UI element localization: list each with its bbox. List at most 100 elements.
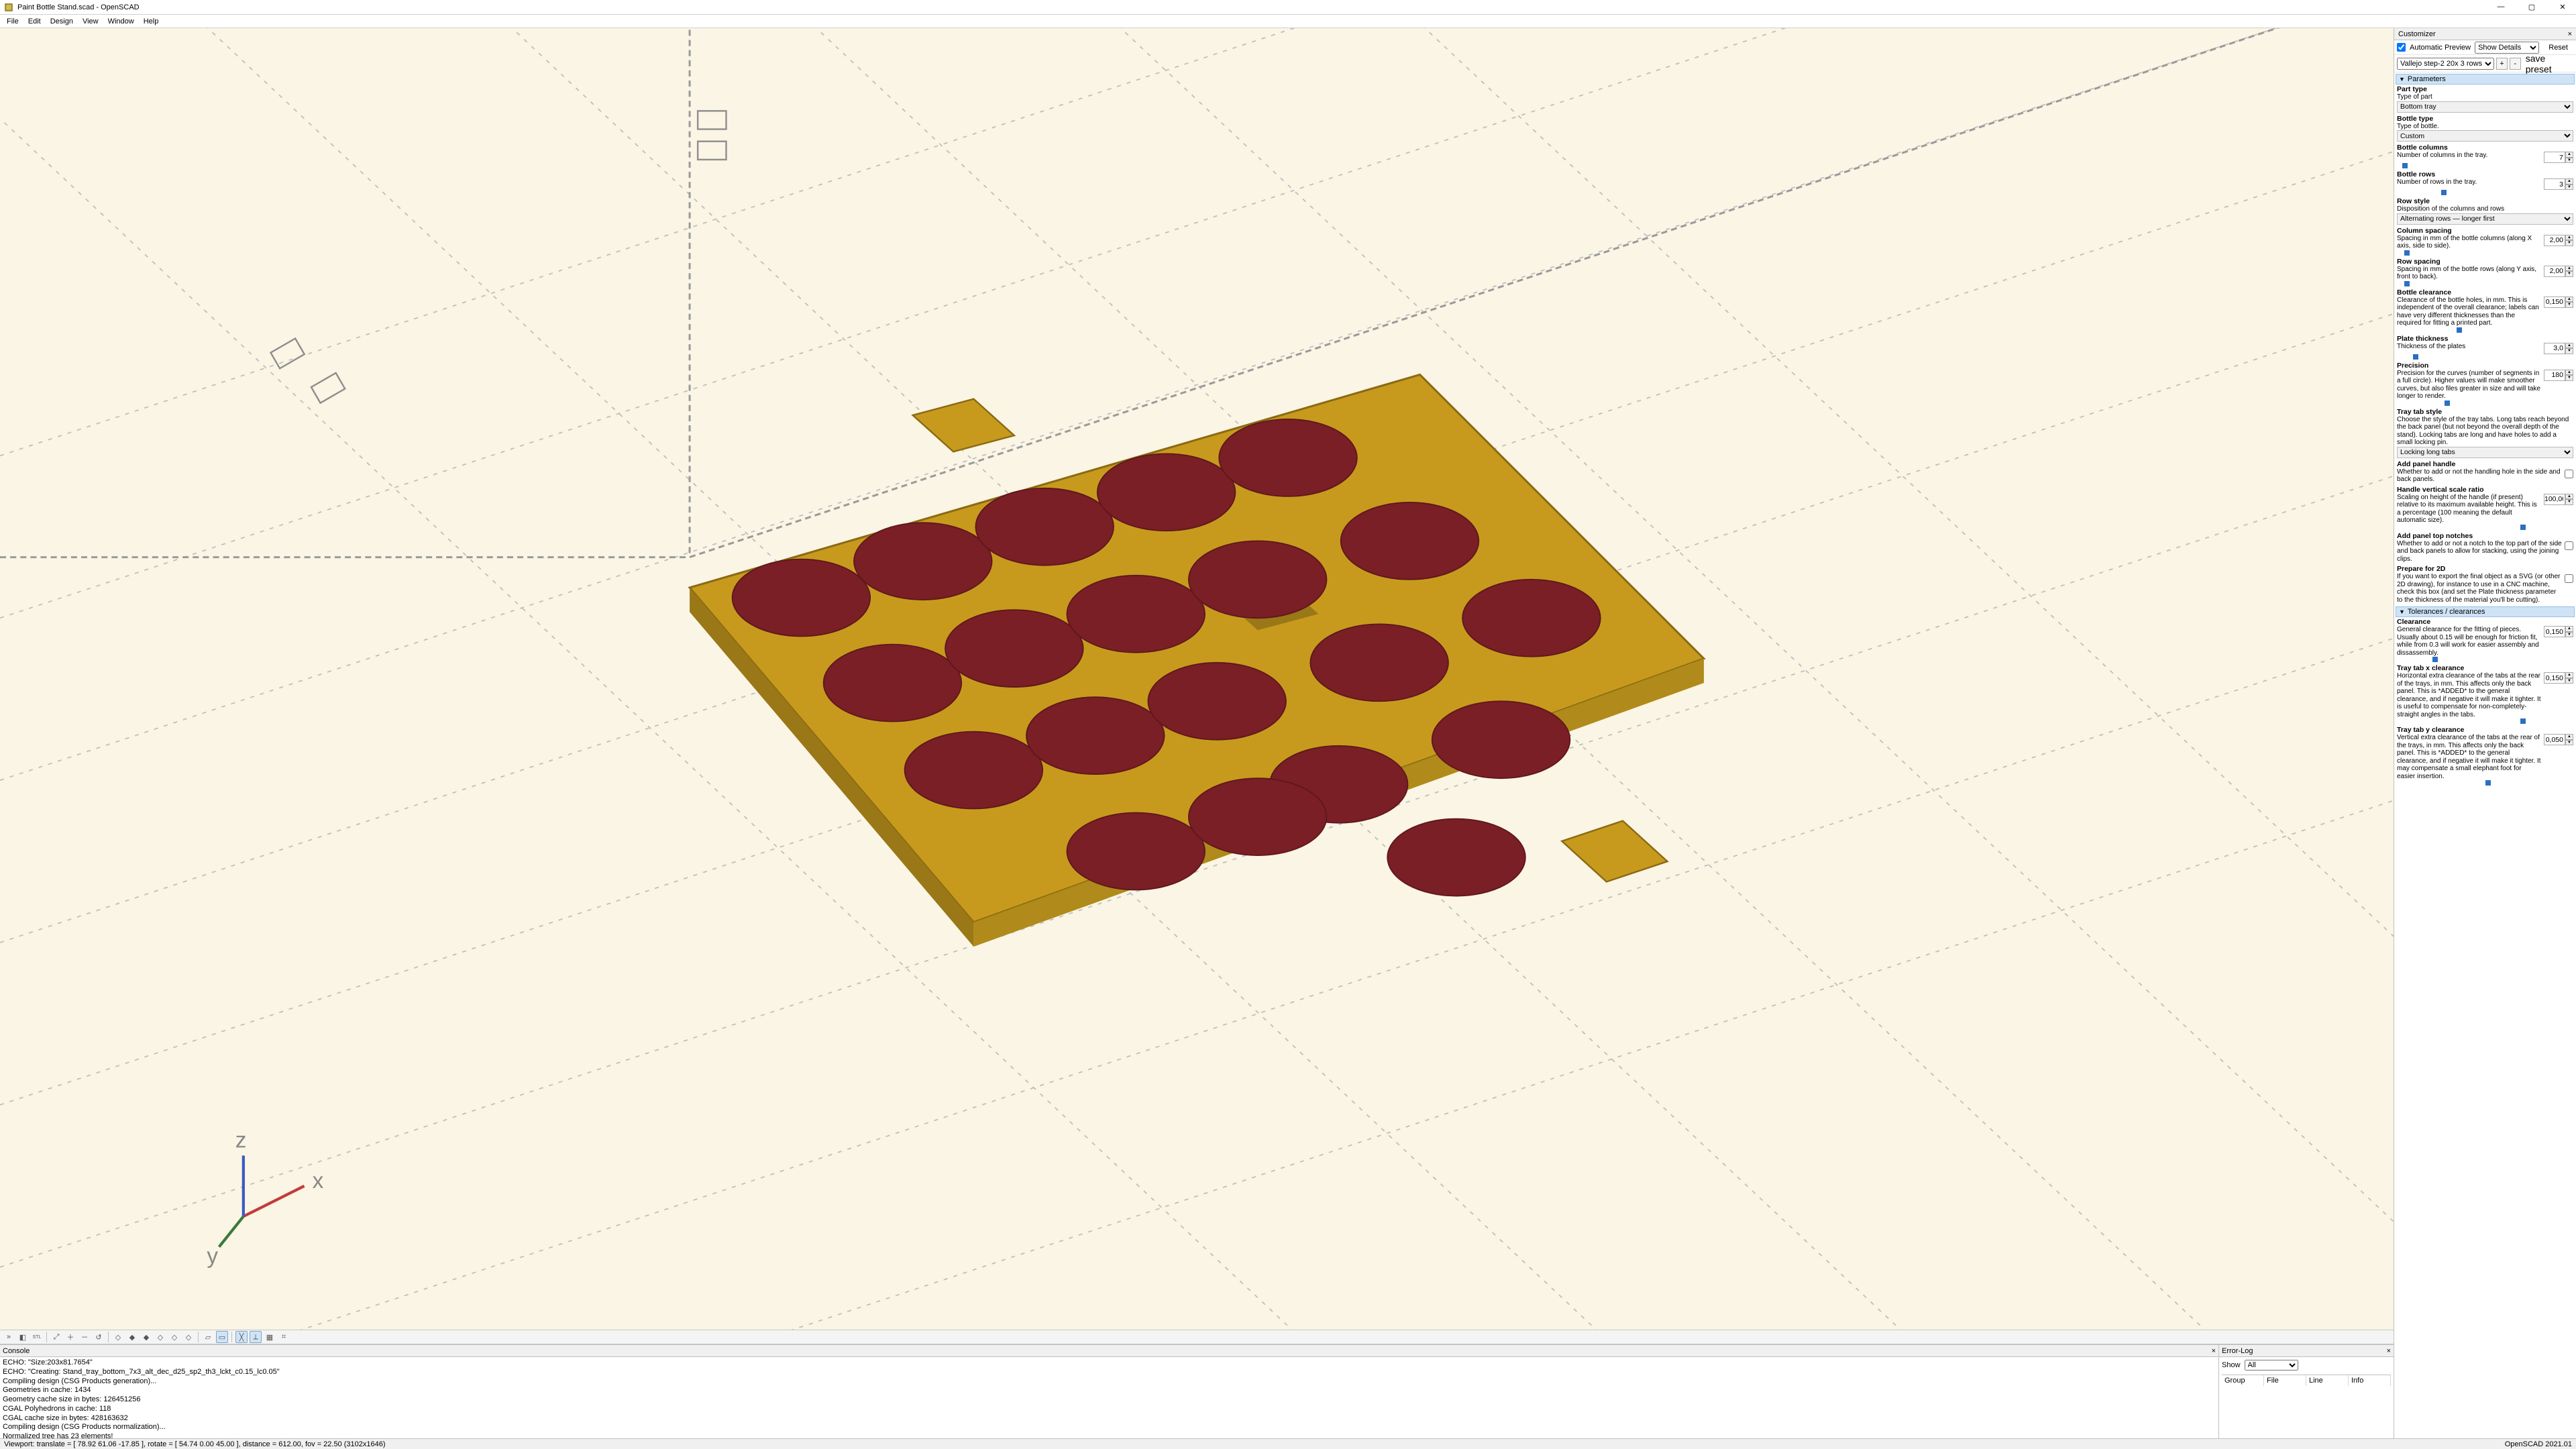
param-select[interactable]: Bottom tray xyxy=(2397,101,2573,113)
view-left-icon[interactable]: ◇ xyxy=(154,1331,166,1343)
show-axes-icon[interactable]: ╳ xyxy=(235,1331,248,1343)
auto-preview-checkbox[interactable] xyxy=(2397,43,2406,52)
param-input[interactable] xyxy=(2544,343,2565,354)
param-slider[interactable] xyxy=(2397,250,2573,256)
spin-down-icon[interactable]: ▼ xyxy=(2565,240,2573,246)
param-checkbox[interactable] xyxy=(2565,541,2573,550)
param-select[interactable]: Locking long tabs xyxy=(2397,447,2573,458)
errorlog-col-file[interactable]: File xyxy=(2264,1375,2306,1386)
view-bottom-icon[interactable]: ◆ xyxy=(140,1331,152,1343)
reset-button[interactable]: Reset xyxy=(2543,44,2573,52)
spin-down-icon[interactable]: ▼ xyxy=(2565,302,2573,308)
export-stl-icon[interactable]: STL xyxy=(31,1331,43,1343)
menu-view[interactable]: View xyxy=(78,16,103,27)
param-slider[interactable] xyxy=(2397,718,2573,724)
spin-down-icon[interactable]: ▼ xyxy=(2565,375,2573,381)
param-spinner[interactable]: ▲▼ xyxy=(2544,370,2573,381)
view-right-icon[interactable]: ◇ xyxy=(112,1331,124,1343)
zoom-out-icon[interactable]: － xyxy=(78,1331,91,1343)
param-slider[interactable] xyxy=(2397,327,2573,333)
minimize-button[interactable]: — xyxy=(2491,3,2510,11)
param-spinner[interactable]: ▲▼ xyxy=(2544,343,2573,354)
param-spinner[interactable]: ▲▼ xyxy=(2544,672,2573,684)
show-details-select[interactable]: Show Details xyxy=(2475,42,2539,54)
customizer-body[interactable]: ▼ Parameters Part typeType of partBottom… xyxy=(2394,72,2576,1438)
perspective-icon[interactable]: ▱ xyxy=(202,1331,214,1343)
errorlog-col-line[interactable]: Line xyxy=(2306,1375,2349,1386)
preset-remove-button[interactable]: - xyxy=(2510,58,2521,70)
param-spinner[interactable]: ▲▼ xyxy=(2544,297,2573,308)
spin-up-icon[interactable]: ▲ xyxy=(2565,672,2573,678)
menu-design[interactable]: Design xyxy=(46,16,77,27)
param-input[interactable] xyxy=(2544,297,2565,308)
spin-up-icon[interactable]: ▲ xyxy=(2565,494,2573,500)
spin-up-icon[interactable]: ▲ xyxy=(2565,152,2573,158)
show-crosshair-icon[interactable]: ⌗ xyxy=(278,1331,290,1343)
param-slider[interactable] xyxy=(2397,354,2573,360)
param-slider[interactable] xyxy=(2397,190,2573,195)
param-spinner[interactable]: ▲▼ xyxy=(2544,626,2573,637)
spin-down-icon[interactable]: ▼ xyxy=(2565,632,2573,638)
menu-help[interactable]: Help xyxy=(140,16,163,27)
preview-icon[interactable]: » xyxy=(3,1331,15,1343)
spin-up-icon[interactable]: ▲ xyxy=(2565,343,2573,349)
section-parameters[interactable]: ▼ Parameters xyxy=(2396,74,2575,85)
param-input[interactable] xyxy=(2544,494,2565,505)
param-slider[interactable] xyxy=(2397,281,2573,286)
spin-up-icon[interactable]: ▲ xyxy=(2565,235,2573,241)
param-slider[interactable] xyxy=(2397,780,2573,786)
view-top-icon[interactable]: ◆ xyxy=(126,1331,138,1343)
zoom-in-icon[interactable]: ＋ xyxy=(64,1331,76,1343)
param-spinner[interactable]: ▲▼ xyxy=(2544,152,2573,163)
param-slider[interactable] xyxy=(2397,525,2573,530)
preset-add-button[interactable]: + xyxy=(2496,58,2508,70)
errorlog-col-group[interactable]: Group xyxy=(2222,1375,2264,1386)
show-scale-icon[interactable]: ⟂ xyxy=(250,1331,262,1343)
errorlog-col-info[interactable]: Info xyxy=(2349,1375,2391,1386)
spin-up-icon[interactable]: ▲ xyxy=(2565,370,2573,376)
param-input[interactable] xyxy=(2544,178,2565,190)
section-tolerances[interactable]: ▼ Tolerances / clearances xyxy=(2396,606,2575,617)
spin-down-icon[interactable]: ▼ xyxy=(2565,184,2573,191)
spin-down-icon[interactable]: ▼ xyxy=(2565,271,2573,277)
spin-up-icon[interactable]: ▲ xyxy=(2565,626,2573,632)
preset-select[interactable]: Vallejo step-2 20x 3 rows xyxy=(2397,58,2494,70)
maximize-button[interactable]: ▢ xyxy=(2522,3,2541,11)
spin-down-icon[interactable]: ▼ xyxy=(2565,678,2573,684)
param-spinner[interactable]: ▲▼ xyxy=(2544,494,2573,505)
param-spinner[interactable]: ▲▼ xyxy=(2544,734,2573,745)
param-slider[interactable] xyxy=(2397,400,2573,406)
console-body[interactable]: ECHO: "Size:203x81.7654" ECHO: "Creating… xyxy=(0,1357,2218,1438)
view-front-icon[interactable]: ◇ xyxy=(168,1331,180,1343)
render-icon[interactable]: ◧ xyxy=(17,1331,29,1343)
view-all-icon[interactable]: ⤢ xyxy=(50,1331,62,1343)
param-input[interactable] xyxy=(2544,672,2565,684)
menu-edit[interactable]: Edit xyxy=(24,16,45,27)
param-input[interactable] xyxy=(2544,370,2565,381)
param-select[interactable]: Custom xyxy=(2397,130,2573,142)
show-edges-icon[interactable]: ▦ xyxy=(264,1331,276,1343)
errorlog-close-icon[interactable]: × xyxy=(2387,1347,2391,1355)
spin-down-icon[interactable]: ▼ xyxy=(2565,499,2573,505)
customizer-close-icon[interactable]: × xyxy=(2568,30,2572,38)
spin-down-icon[interactable]: ▼ xyxy=(2565,740,2573,746)
menu-window[interactable]: Window xyxy=(104,16,138,27)
param-input[interactable] xyxy=(2544,152,2565,163)
param-input[interactable] xyxy=(2544,626,2565,637)
menu-file[interactable]: File xyxy=(3,16,23,27)
orthogonal-icon[interactable]: ▭ xyxy=(216,1331,228,1343)
param-input[interactable] xyxy=(2544,734,2565,745)
console-close-icon[interactable]: × xyxy=(2212,1347,2216,1355)
param-spinner[interactable]: ▲▼ xyxy=(2544,178,2573,190)
spin-down-icon[interactable]: ▼ xyxy=(2565,158,2573,164)
param-checkbox[interactable] xyxy=(2565,574,2573,583)
spin-up-icon[interactable]: ▲ xyxy=(2565,297,2573,303)
param-slider[interactable] xyxy=(2397,657,2573,662)
param-input[interactable] xyxy=(2544,235,2565,246)
param-spinner[interactable]: ▲▼ xyxy=(2544,235,2573,246)
spin-up-icon[interactable]: ▲ xyxy=(2565,266,2573,272)
param-spinner[interactable]: ▲▼ xyxy=(2544,266,2573,277)
close-button[interactable]: ✕ xyxy=(2553,3,2572,11)
spin-down-icon[interactable]: ▼ xyxy=(2565,348,2573,354)
spin-up-icon[interactable]: ▲ xyxy=(2565,178,2573,184)
